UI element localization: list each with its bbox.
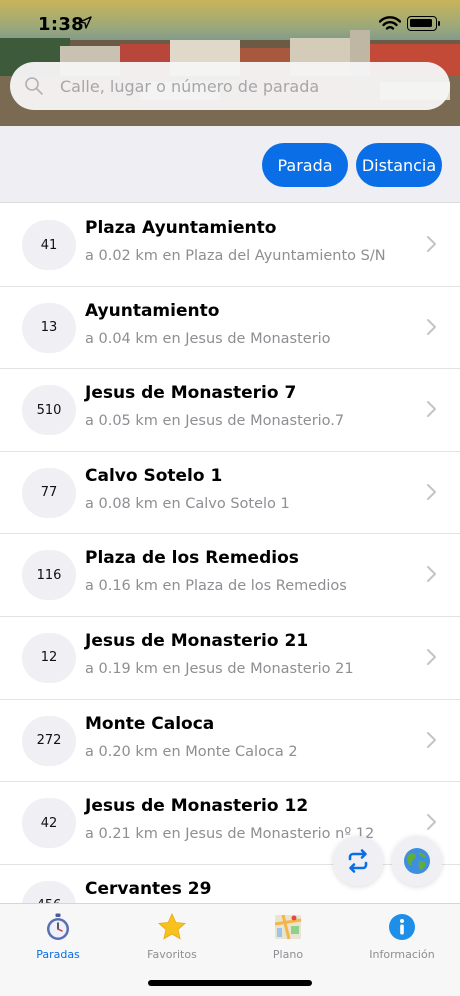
stop-distance: a 0.20 km en Monte Caloca 2 [85,743,298,760]
stop-number-badge: 510 [22,385,76,436]
sort-by-parada-button[interactable]: Parada [262,143,348,187]
stop-distance: a 0.21 km en Jesus de Monasterio nº 12 [85,826,375,843]
stop-name: Jesus de Monasterio 7 [85,383,297,404]
stop-number-badge: 77 [22,467,76,518]
stop-number-badge: 272 [22,715,76,766]
tab-plano[interactable]: Plano [242,912,334,961]
search-icon [25,77,43,95]
stop-row[interactable]: 41 Plaza Ayuntamiento a 0.02 km en Plaza… [0,204,460,287]
sort-by-distancia-button[interactable]: Distancia [356,143,442,187]
stop-name: Jesus de Monasterio 21 [85,630,309,651]
stop-row[interactable]: 42 Jesus de Monasterio 12 a 0.21 km en J… [0,782,460,865]
battery-icon [407,16,440,31]
chevron-right-icon [427,401,436,418]
stop-number-badge: 12 [22,632,76,683]
sort-bar: Parada Distancia [0,126,460,203]
status-time: 1:38 [38,14,84,35]
chevron-right-icon [427,318,436,335]
tab-label: Favoritos [147,948,197,961]
chevron-right-icon [427,566,436,583]
stop-distance: a 0.08 km en Calvo Sotelo 1 [85,495,290,512]
stopwatch-icon [47,913,69,940]
status-bar: 1:38 [0,0,460,50]
stop-distance: a 0.05 km en Jesus de Monasterio.7 [85,413,345,430]
chevron-right-icon [427,648,436,665]
home-indicator [148,980,312,986]
stop-name: Cervantes 29 [85,878,212,899]
stop-row[interactable]: 272 Monte Caloca a 0.20 km en Monte Calo… [0,700,460,783]
search-input[interactable] [60,76,420,96]
stop-distance: a 0.02 km en Plaza del Ayuntamiento S/N [85,248,386,264]
stop-number-badge: 456 [22,880,76,904]
stop-row[interactable]: 13 Ayuntamiento a 0.04 km en Jesus de Mo… [0,287,460,370]
stop-name: Jesus de Monasterio 12 [85,796,309,817]
stop-row[interactable]: 77 Calvo Sotelo 1 a 0.08 km en Calvo Sot… [0,452,460,535]
stop-row[interactable]: 456 Cervantes 29 [0,865,460,904]
stop-name: Plaza de los Remedios [85,548,299,569]
stop-name: Ayuntamiento [85,300,220,321]
stop-distance: a 0.19 km en Jesus de Monasterio 21 [85,660,354,677]
wifi-icon [379,16,401,30]
chevron-right-icon [427,814,436,831]
stop-distance: a 0.04 km en Jesus de Monasterio [85,330,331,347]
tab-label: Paradas [36,948,80,961]
stop-row[interactable]: 116 Plaza de los Remedios a 0.16 km en P… [0,534,460,617]
tab-paradas[interactable]: Paradas [12,912,104,961]
globe-icon [404,848,430,874]
tab-favoritos[interactable]: Favoritos [126,912,218,961]
info-icon [389,914,415,940]
stop-name: Calvo Sotelo 1 [85,465,223,486]
stop-name: Monte Caloca [85,713,215,734]
stop-distance: a 0.16 km en Plaza de los Remedios [85,578,347,595]
tab-label: Plano [272,948,304,961]
map-view-button[interactable] [392,836,442,886]
chevron-right-icon [427,731,436,748]
stop-number-badge: 42 [22,798,76,849]
star-icon [158,913,186,940]
tab-informacion[interactable]: Información [356,912,448,961]
map-icon [274,914,302,940]
header-city-photo: 1:38 [0,0,460,126]
stops-list: 41 Plaza Ayuntamiento a 0.02 km en Plaza… [0,204,460,904]
chevron-right-icon [427,483,436,500]
location-arrow-icon [79,16,92,29]
stop-name: Plaza Ayuntamiento [85,218,277,238]
search-bar[interactable] [10,62,450,110]
refresh-button[interactable] [333,836,383,886]
stop-row[interactable]: 510 Jesus de Monasterio 7 a 0.05 km en J… [0,369,460,452]
refresh-icon [348,849,368,873]
stop-number-badge: 41 [22,220,76,270]
chevron-right-icon [427,236,436,252]
tab-label: Información [369,948,435,961]
stop-row[interactable]: 12 Jesus de Monasterio 21 a 0.19 km en J… [0,617,460,700]
stop-number-badge: 116 [22,550,76,601]
stop-number-badge: 13 [22,302,76,353]
